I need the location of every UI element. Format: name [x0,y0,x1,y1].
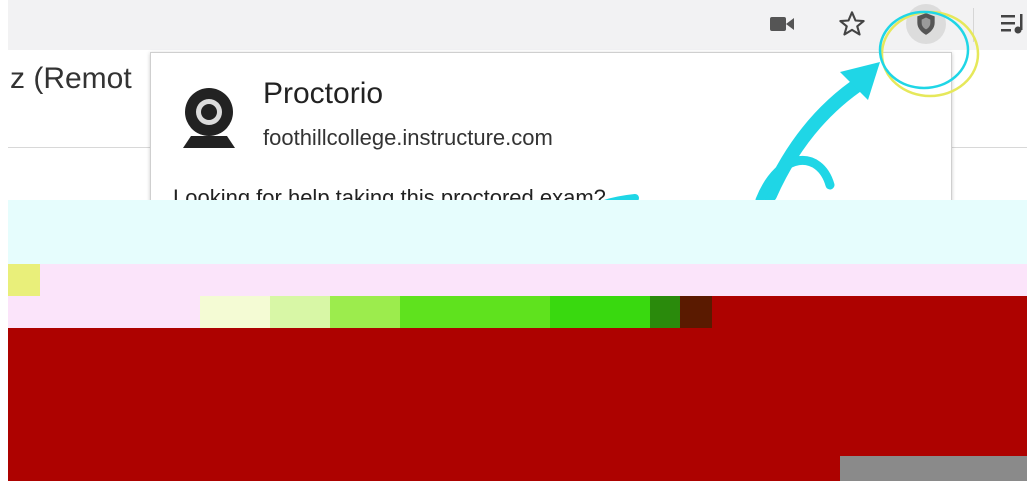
page-title: z (Remot [10,62,132,95]
corrupted-region-grey [840,456,1027,481]
video-camera-icon[interactable] [766,8,798,40]
proctorio-webcam-logo-icon [169,78,249,158]
glitch-block [330,296,400,328]
corrupted-region-pink [8,264,1027,296]
proctorio-shield-icon[interactable] [906,4,946,44]
glitch-block [400,296,550,328]
toolbar-separator [973,8,974,42]
extension-name: Proctorio [263,77,384,110]
glitch-block [650,296,680,328]
exam-domain: foothillcollege.instructure.com [263,125,553,150]
glitch-block [680,296,712,328]
glitch-block [8,264,40,296]
glitch-block [200,296,270,328]
proctorio-extension-popup: Proctorio foothillcollege.instructure.co… [150,52,952,214]
media-queue-icon[interactable] [998,8,1027,40]
bookmark-star-icon[interactable] [836,8,868,40]
corrupted-region-cyan [8,200,1027,264]
corrupted-region-red-top [712,296,1027,328]
glitch-block [550,296,650,328]
browser-toolbar [8,0,1027,50]
glitch-block [270,296,330,328]
